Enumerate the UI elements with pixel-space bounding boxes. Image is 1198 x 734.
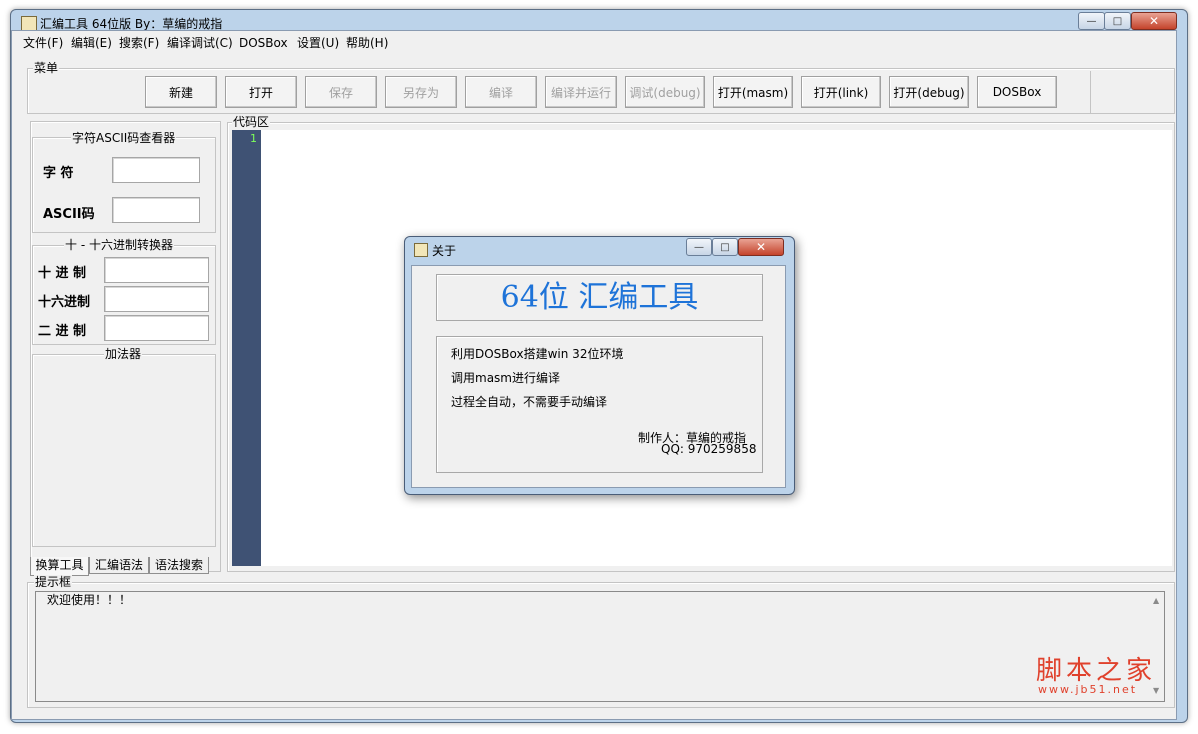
close-icon: ✕	[1148, 14, 1160, 28]
code-area-label: 代码区	[232, 115, 271, 129]
compile-run-button[interactable]: 编译并运行	[545, 76, 617, 108]
open-debug-button[interactable]: 打开(debug)	[889, 76, 969, 108]
save-button[interactable]: 保存	[305, 76, 377, 108]
about-line-2: 调用masm进行编译	[451, 371, 560, 385]
menu-settings[interactable]: 设置(U)	[297, 34, 339, 52]
menu-edit[interactable]: 编辑(E)	[71, 34, 112, 52]
about-line-1: 利用DOSBox搭建win 32位环境	[451, 347, 624, 361]
watermark-title: 脚本之家	[1036, 656, 1157, 686]
maximize-button[interactable]: □	[1104, 12, 1131, 30]
menu-search[interactable]: 搜索(F)	[119, 34, 159, 52]
ascii-label: ASCII码	[43, 207, 95, 222]
new-button[interactable]: 新建	[145, 76, 217, 108]
menu-dosbox[interactable]: DOSBox	[239, 34, 288, 52]
scroll-down-icon[interactable]: ▼	[1153, 686, 1159, 695]
adder-group	[32, 354, 216, 547]
char-input[interactable]	[112, 157, 200, 183]
open-button[interactable]: 打开	[225, 76, 297, 108]
open-masm-button[interactable]: 打开(masm)	[713, 76, 793, 108]
decimal-label: 十 进 制	[38, 266, 87, 281]
hint-textarea[interactable]	[35, 591, 1165, 702]
about-line-3: 过程全自动，不需要手动编译	[451, 395, 608, 409]
binary-label: 二 进 制	[38, 324, 87, 339]
char-label: 字 符	[43, 166, 74, 181]
about-close-button[interactable]: ✕	[738, 238, 784, 256]
debug-button[interactable]: 调试(debug)	[625, 76, 705, 108]
decimal-input[interactable]	[104, 257, 209, 283]
hex-label: 十六进制	[38, 295, 91, 310]
tab-conversion-tools[interactable]: 换算工具	[30, 557, 89, 576]
converter-title: 十 - 十六进制转换器	[64, 238, 174, 252]
hex-input[interactable]	[104, 286, 209, 312]
save-as-button[interactable]: 另存为	[385, 76, 457, 108]
close-icon: ✕	[755, 240, 767, 254]
hint-label: 提示框	[34, 575, 73, 589]
toolbar-divider	[1090, 71, 1091, 113]
about-heading: 64位 汇编工具	[500, 280, 699, 315]
menu-help[interactable]: 帮助(H)	[346, 34, 388, 52]
about-maximize-button[interactable]: □	[712, 238, 738, 256]
open-link-button[interactable]: 打开(link)	[801, 76, 881, 108]
hint-text: 欢迎使用！！！	[47, 593, 132, 607]
ascii-viewer-title: 字符ASCII码查看器	[71, 131, 177, 145]
tab-asm-syntax[interactable]: 汇编语法	[89, 557, 149, 574]
close-button[interactable]: ✕	[1131, 12, 1177, 30]
minimize-icon: —	[694, 241, 704, 253]
tab-syntax-search[interactable]: 语法搜索	[149, 557, 209, 574]
minimize-icon: —	[1086, 15, 1097, 27]
binary-input[interactable]	[104, 315, 209, 341]
line-number: 1	[250, 132, 257, 145]
about-app-icon	[414, 243, 428, 257]
adder-title: 加法器	[104, 347, 143, 361]
menu-compile-debug[interactable]: 编译调试(C)	[167, 34, 233, 52]
line-number-gutter	[232, 130, 261, 566]
watermark-url: www.jb51.net	[1038, 683, 1138, 696]
dosbox-button[interactable]: DOSBox	[977, 76, 1057, 108]
minimize-button[interactable]: —	[1078, 12, 1105, 30]
ascii-input[interactable]	[112, 197, 200, 223]
maximize-icon: □	[720, 241, 730, 253]
about-minimize-button[interactable]: —	[686, 238, 712, 256]
maximize-icon: □	[1112, 15, 1123, 27]
scroll-up-icon[interactable]: ▲	[1153, 596, 1159, 605]
about-qq: QQ: 970259858	[661, 442, 757, 456]
menu-file[interactable]: 文件(F)	[23, 34, 63, 52]
about-title: 关于	[432, 244, 457, 258]
toolbar-group-label: 菜单	[33, 61, 60, 75]
about-banner: 64位 汇编工具	[436, 274, 763, 321]
compile-button[interactable]: 编译	[465, 76, 537, 108]
